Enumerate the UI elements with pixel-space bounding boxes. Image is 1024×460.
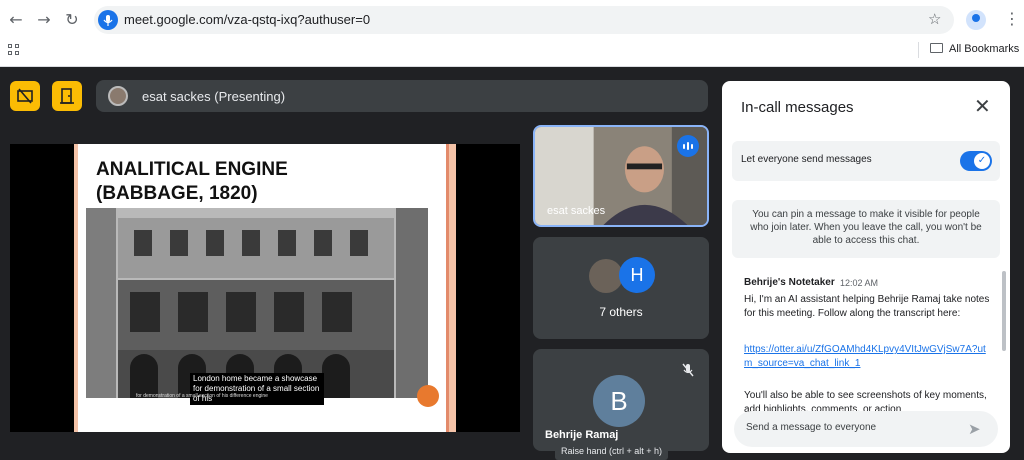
building-sketch-image [86, 208, 428, 398]
transcript-link[interactable]: https://otter.ai/u/ZfGOAMhd4KLpvy4VItJwG… [744, 343, 990, 371]
toggle-label: Let everyone send messages [741, 154, 872, 165]
participant-name: esat sackes [547, 205, 606, 217]
panel-title: In-call messages [741, 99, 854, 116]
folder-icon [930, 43, 943, 53]
send-messages-setting: Let everyone send messages [732, 141, 1000, 181]
slide-title: ANALITICAL ENGINE (BABBAGE, 1820) [96, 159, 288, 204]
speaking-indicator-icon [677, 135, 699, 157]
send-icon[interactable]: ➤ [968, 420, 981, 438]
stop-presenting-button[interactable] [10, 81, 40, 111]
browser-toolbar: ← → ↻ meet.google.com/vza-qstq-ixq?authu… [0, 0, 1024, 40]
message-composer: ➤ [734, 411, 998, 447]
message-sender: Behrije's Notetaker [744, 277, 835, 288]
all-bookmarks-label: All Bookmarks [949, 43, 1020, 55]
presenting-bar: esat sackes (Presenting) [96, 80, 708, 112]
participant-tile-behrije[interactable]: B Behrije Ramaj [533, 349, 709, 451]
screen: ← → ↻ meet.google.com/vza-qstq-ixq?authu… [0, 0, 1024, 460]
reload-icon[interactable]: ↻ [62, 10, 82, 30]
participant-photo-avatar [589, 259, 623, 293]
others-tile[interactable]: H 7 others [533, 237, 709, 339]
message-time: 12:02 AM [840, 278, 879, 288]
send-messages-toggle[interactable] [960, 151, 992, 171]
mic-off-icon [677, 359, 699, 381]
forward-icon[interactable]: → [34, 10, 54, 30]
browser-chrome: ← → ↻ meet.google.com/vza-qstq-ixq?authu… [0, 0, 1024, 67]
in-call-messages-panel: In-call messages ✕ Let everyone send mes… [722, 81, 1010, 453]
participant-tile-esat[interactable]: esat sackes [533, 125, 709, 227]
microphone-in-use-icon[interactable] [98, 10, 118, 30]
presenter-avatar [108, 86, 128, 106]
close-icon[interactable]: ✕ [974, 94, 991, 118]
slide-orange-marker [417, 385, 439, 407]
presenter-label: esat sackes (Presenting) [142, 89, 286, 104]
leave-door-button[interactable] [52, 81, 82, 111]
pin-info-note: You can pin a message to make it visible… [732, 200, 1000, 258]
slide-right-stripe [446, 144, 456, 432]
message-input[interactable] [746, 422, 956, 433]
url-text: meet.google.com/vza-qstq-ixq?authuser=0 [124, 12, 371, 27]
all-bookmarks-button[interactable]: All Bookmarks [930, 43, 1019, 55]
door-icon [60, 88, 74, 104]
back-icon[interactable]: ← [6, 10, 26, 30]
message-text: Hi, I'm an AI assistant helping Behrije … [744, 294, 990, 319]
present-off-icon [17, 88, 33, 104]
others-count-label: 7 others [599, 305, 643, 319]
bookmarks-divider [918, 42, 919, 58]
browser-menu-icon[interactable]: ⋮ [1004, 9, 1020, 28]
participant-avatar-b: B [593, 375, 645, 427]
presentation-stage: ANALITICAL ENGINE (BABBAGE, 1820) London… [10, 144, 520, 432]
slide-caption-small: for demonstration of a small section of … [136, 393, 268, 399]
raise-hand-tooltip: Raise hand (ctrl + alt + h) [555, 442, 669, 460]
slide: ANALITICAL ENGINE (BABBAGE, 1820) London… [74, 144, 456, 432]
chat-scrollbar[interactable] [1002, 271, 1006, 351]
participant-name: Behrije Ramaj [545, 429, 619, 441]
meet-area: esat sackes (Presenting) ANALITICAL ENGI… [0, 67, 1024, 460]
bookmark-star-icon[interactable]: ☆ [928, 10, 941, 28]
participant-avatar-h: H [619, 257, 655, 293]
address-bar[interactable]: meet.google.com/vza-qstq-ixq?authuser=0 [94, 6, 954, 34]
slide-caption: London home became a showcase for demons… [190, 373, 324, 405]
slide-left-stripe [74, 144, 78, 432]
profile-avatar-icon[interactable] [966, 10, 986, 30]
apps-grid-icon[interactable] [8, 44, 20, 56]
